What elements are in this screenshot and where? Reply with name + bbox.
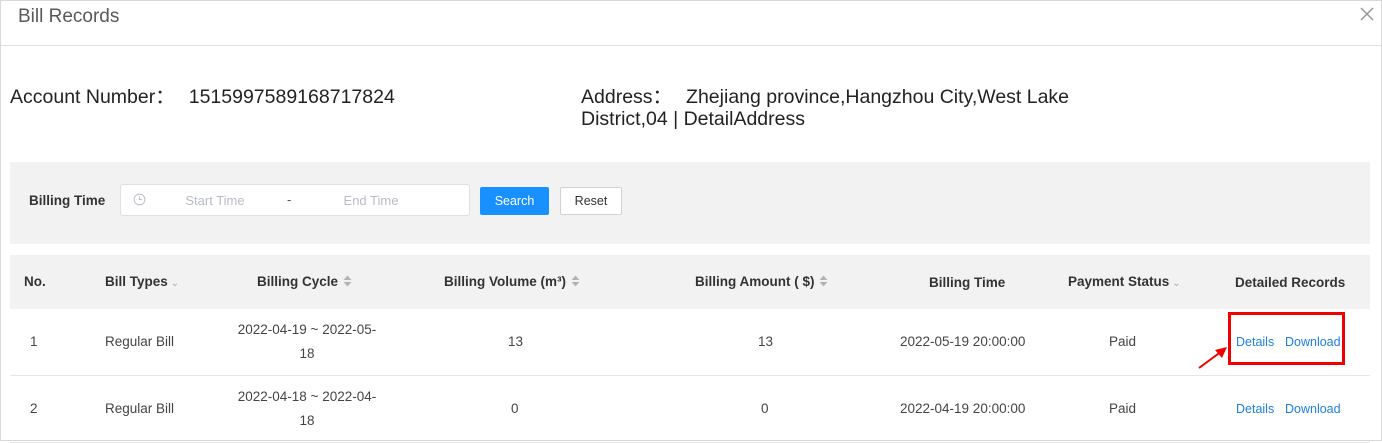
download-link[interactable]: Download (1285, 402, 1341, 416)
payment-status-cell: Paid (1109, 401, 1137, 416)
address-info: Address： Zhejiang province,Hangzhou City,… (581, 86, 1101, 130)
sort-icon[interactable] (343, 275, 352, 287)
sort-icon[interactable] (819, 275, 828, 287)
column-header-no: No. (24, 274, 46, 289)
address-value-line1: Zhejiang province,Hangzhou City,West Lak… (686, 86, 1070, 108)
chevron-down-icon[interactable]: ⌄ (1172, 278, 1180, 289)
table-row: 1 Regular Bill 2022-04-19 ~ 2022-05- 18 … (10, 309, 1370, 376)
bill-type-cell: Regular Bill (105, 334, 175, 349)
filter-panel: Billing Time Start Time - End Time Searc… (10, 162, 1370, 244)
annotation-highlight-box (1228, 312, 1345, 365)
billing-cycle-line1: 2022-04-18 ~ 2022-04- (237, 389, 377, 404)
billing-time-cell: 2022-04-19 20:00:00 (900, 401, 1026, 416)
dialog-title: Bill Records (18, 6, 120, 27)
billing-cycle-line2: 18 (299, 413, 315, 428)
annotation-arrow-icon (1198, 347, 1227, 369)
reset-button[interactable]: Reset (560, 187, 622, 215)
billing-amount-cell: 13 (758, 334, 774, 349)
column-header-billing-volume[interactable]: Billing Volume (m³) (444, 274, 580, 289)
billing-time-cell: 2022-05-19 20:00:00 (900, 334, 1026, 349)
billing-cycle-cell: 2022-04-18 ~ 2022-04- 18 (227, 385, 387, 433)
billing-time-filter-label: Billing Time (29, 193, 106, 208)
address-value-line2: District,04 | DetailAddress (581, 108, 805, 130)
account-number-info: Account Number： 1515997589168717824 (10, 86, 395, 108)
account-number-value: 1515997589168717824 (188, 86, 395, 108)
sort-icon[interactable] (571, 275, 580, 287)
billing-cycle-cell: 2022-04-19 ~ 2022-05- 18 (227, 318, 387, 366)
chevron-down-icon[interactable]: ⌄ (171, 278, 179, 289)
billing-amount-cell: 0 (761, 401, 769, 416)
column-header-billing-time: Billing Time (929, 275, 1006, 290)
column-header-billing-amount[interactable]: Billing Amount ( $) (695, 274, 828, 289)
bill-records-dialog: Bill Records Account Number： 151599758916… (0, 0, 1382, 443)
address-label: Address： (581, 86, 673, 108)
row-number: 2 (30, 401, 38, 416)
account-number-label: Account Number： (10, 86, 175, 108)
range-separator: - (287, 192, 292, 207)
column-header-billing-cycle[interactable]: Billing Cycle (257, 274, 352, 289)
billing-volume-cell: 13 (508, 334, 524, 349)
payment-status-cell: Paid (1109, 334, 1137, 349)
billing-cycle-line2: 18 (299, 346, 315, 361)
table-header: No. Bill Types ⌄ Billing Cycle Billing Vo… (10, 255, 1370, 309)
column-header-bill-types[interactable]: Bill Types ⌄ (105, 274, 179, 289)
bill-type-cell: Regular Bill (105, 401, 175, 416)
details-link[interactable]: Details (1236, 402, 1274, 416)
billing-volume-cell: 0 (511, 401, 519, 416)
search-button[interactable]: Search (480, 187, 549, 215)
billing-cycle-line1: 2022-04-19 ~ 2022-05- (237, 322, 377, 337)
start-time-input[interactable]: Start Time (185, 193, 245, 208)
dialog-header: Bill Records (1, 1, 1381, 46)
row-number: 1 (30, 334, 38, 349)
close-icon[interactable] (1357, 4, 1377, 24)
column-header-detailed-records: Detailed Records (1235, 275, 1346, 290)
column-header-payment-status[interactable]: Payment Status ⌄ (1068, 274, 1181, 289)
billing-time-range-picker[interactable]: Start Time - End Time (120, 184, 470, 216)
clock-icon (133, 193, 146, 206)
end-time-input[interactable]: End Time (341, 193, 401, 208)
bill-records-table: No. Bill Types ⌄ Billing Cycle Billing Vo… (10, 255, 1370, 443)
table-row: 2 Regular Bill 2022-04-18 ~ 2022-04- 18 … (10, 376, 1370, 443)
